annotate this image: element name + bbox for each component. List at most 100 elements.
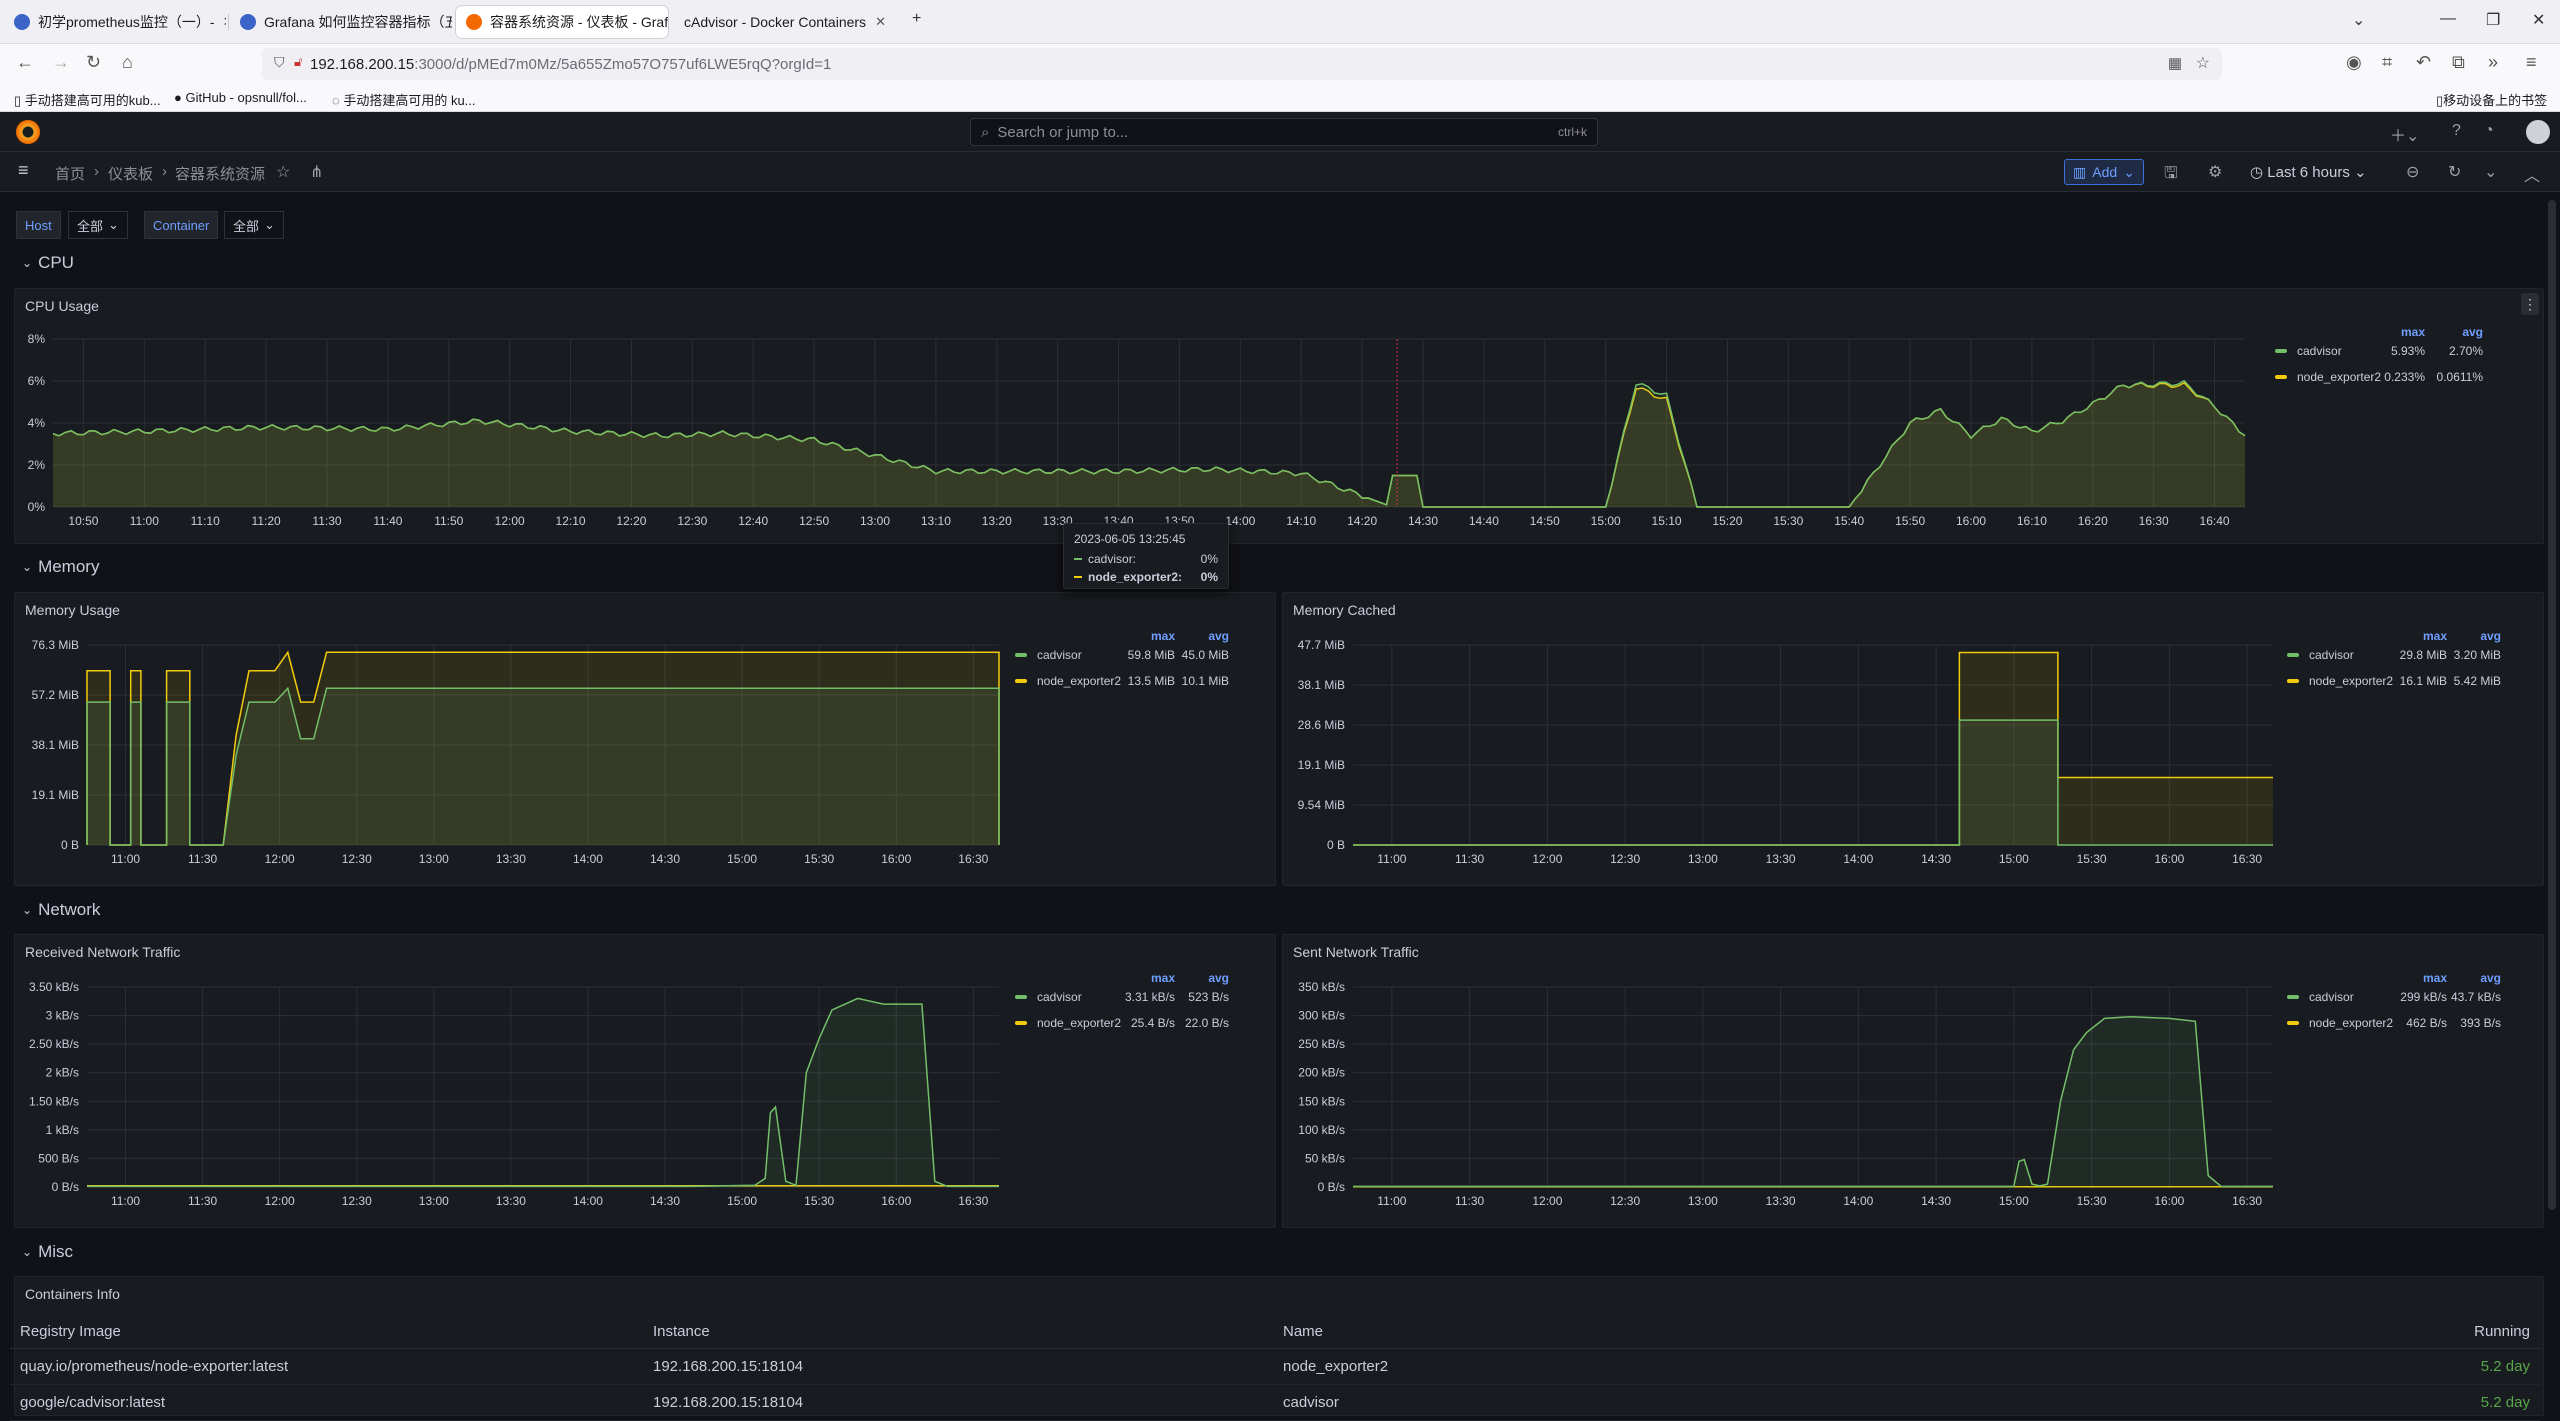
star-icon[interactable]: ☆ <box>276 162 290 182</box>
legend-item-node_exporter2[interactable]: node_exporter20.233%0.0611% <box>2275 367 2487 387</box>
grafana-logo-icon[interactable] <box>16 120 40 144</box>
add-button[interactable]: ▥ Add ⌄ <box>2064 159 2144 185</box>
x-tick-label: 15:30 <box>804 1194 834 1208</box>
plus-icon[interactable]: ＋⌄ <box>2390 122 2419 146</box>
variable-select-container[interactable]: 全部⌄ <box>224 211 284 239</box>
menu-icon[interactable]: ≡ <box>18 160 29 181</box>
panel-sent-network[interactable]: Sent Network Traffic 0 B/s50 kB/s100 kB/… <box>1282 934 2544 1228</box>
legend-item-node_exporter2[interactable]: node_exporter213.5 MiB10.1 MiB <box>1015 671 1233 691</box>
chart-cpu-usage[interactable]: 0%2%4%6%8%10:5011:0011:1011:2011:3011:40… <box>15 289 2545 545</box>
save-icon[interactable]: 🖫︎ <box>2164 162 2178 189</box>
refresh-icon[interactable]: ↻ <box>2448 162 2461 182</box>
x-tick-label: 12:30 <box>677 514 707 528</box>
undo-icon[interactable]: ↶ <box>2416 52 2431 73</box>
extensions-icon[interactable]: ⧉ <box>2452 52 2465 73</box>
legend-item-cadvisor[interactable]: cadvisor29.8 MiB3.20 MiB <box>2287 645 2505 665</box>
panel-cpu-usage[interactable]: CPU Usage ⋮ 0%2%4%6%8%10:5011:0011:1011:… <box>14 288 2544 544</box>
browser-tab-1[interactable]: 初学prometheus监控（一）- ✕ <box>4 6 226 38</box>
breadcrumb-home[interactable]: 首页 <box>55 163 85 184</box>
legend-header-avg[interactable]: avg <box>1169 971 1229 985</box>
page-scrollbar[interactable] <box>2548 200 2556 1210</box>
url-bar[interactable]: ⛉ 🔓︎ 192.168.200.15:3000/d/pMEd7m0Mz/5a6… <box>262 48 2222 80</box>
collapse-icon[interactable]: ︿ <box>2524 162 2540 186</box>
browser-tab-4[interactable]: cAdvisor - Docker Containers ✕ <box>674 6 896 38</box>
row-header-network[interactable]: ⌄Network <box>22 900 100 920</box>
legend-header-max[interactable]: max <box>2387 629 2447 643</box>
bookmark-item[interactable]: ▯ 手动搭建高可用的kub... <box>14 90 161 109</box>
legend-header-avg[interactable]: avg <box>2423 325 2483 339</box>
column-header[interactable]: Name <box>1273 1316 2173 1348</box>
legend-header-max[interactable]: max <box>1115 629 1175 643</box>
forward-icon[interactable]: → <box>52 52 70 73</box>
legend-header-avg[interactable]: avg <box>2441 971 2501 985</box>
x-tick-label: 15:30 <box>804 852 834 866</box>
time-range-picker[interactable]: ◷ Last 6 hours ⌄ <box>2250 163 2367 181</box>
panel-received-network[interactable]: Received Network Traffic 0 B/s500 B/s1 k… <box>14 934 1276 1228</box>
chevron-down-icon[interactable]: ⌄ <box>2484 162 2497 182</box>
column-header[interactable]: Instance <box>643 1316 1273 1348</box>
qr-code-icon[interactable]: ▦ <box>2168 54 2182 72</box>
mobile-bookmarks[interactable]: ▯移动设备上的书签 <box>2436 90 2547 109</box>
x-tick-label: 15:00 <box>727 852 757 866</box>
y-tick-label: 0 B/s <box>1318 1180 1345 1194</box>
legend-item-cadvisor[interactable]: cadvisor5.93%2.70% <box>2275 341 2487 361</box>
row-header-misc[interactable]: ⌄Misc <box>22 1242 73 1262</box>
account-icon[interactable]: ◉ <box>2346 52 2362 73</box>
column-header[interactable]: Registry Image <box>10 1316 643 1348</box>
x-tick-label: 14:20 <box>1347 514 1377 528</box>
legend-header-max[interactable]: max <box>2387 971 2447 985</box>
legend-header-max[interactable]: max <box>2365 325 2425 339</box>
news-rss-icon[interactable]: ◔ <box>2484 122 2494 140</box>
panel-memory-cached[interactable]: Memory Cached 0 B9.54 MiB19.1 MiB28.6 Mi… <box>1282 592 2544 886</box>
row-header-memory[interactable]: ⌄Memory <box>22 557 99 577</box>
search-input[interactable]: ⌕ Search or jump to... ctrl+k <box>970 118 1598 146</box>
variable-select-host[interactable]: 全部⌄ <box>68 211 128 239</box>
bookmark-item[interactable]: ◌ 手动搭建高可用的 ku... <box>332 90 476 109</box>
legend-item-cadvisor[interactable]: cadvisor59.8 MiB45.0 MiB <box>1015 645 1233 665</box>
x-tick-label: 14:00 <box>1225 514 1255 528</box>
dashboard-toolbar: ≡ 首页 › 仪表板 › 容器系统资源 ☆ ⋔ ▥ Add ⌄ 🖫︎ ⚙ ◷ L… <box>0 152 2560 192</box>
legend-item-node_exporter2[interactable]: node_exporter225.4 B/s22.0 B/s <box>1015 1013 1233 1033</box>
legend-header-avg[interactable]: avg <box>1169 629 1229 643</box>
legend-item-cadvisor[interactable]: cadvisor299 kB/s43.7 kB/s <box>2287 987 2505 1007</box>
bookmark-item[interactable]: ● GitHub - opsnull/fol... <box>174 90 307 105</box>
table-cell: quay.io/prometheus/node-exporter:latest <box>10 1348 643 1384</box>
avatar[interactable] <box>2526 120 2550 144</box>
column-header[interactable]: Running <box>2173 1316 2540 1348</box>
legend-header-avg[interactable]: avg <box>2441 629 2501 643</box>
legend-item-cadvisor[interactable]: cadvisor3.31 kB/s523 B/s <box>1015 987 1233 1007</box>
back-icon[interactable]: ← <box>16 52 34 73</box>
x-tick-label: 15:40 <box>1834 514 1864 528</box>
extension-crop-icon[interactable]: ⌗ <box>2382 52 2392 73</box>
tab-list-icon[interactable]: ⌄ <box>2352 10 2365 30</box>
legend-header-max[interactable]: max <box>1115 971 1175 985</box>
panel-memory-usage[interactable]: Memory Usage 0 B19.1 MiB38.1 MiB57.2 MiB… <box>14 592 1276 886</box>
clock-icon: ◷ <box>2250 164 2263 181</box>
x-tick-label: 12:00 <box>265 852 295 866</box>
x-tick-label: 16:00 <box>2154 1194 2184 1208</box>
overflow-icon[interactable]: » <box>2488 52 2498 73</box>
browser-tab-3[interactable]: 容器系统资源 - 仪表板 - Grafa ✕ <box>456 6 668 38</box>
new-tab-icon[interactable]: + <box>912 10 921 28</box>
legend-item-node_exporter2[interactable]: node_exporter2462 B/s393 B/s <box>2287 1013 2505 1033</box>
close-window-icon[interactable]: ✕ <box>2532 10 2545 30</box>
breadcrumb-dashboards[interactable]: 仪表板 <box>108 163 153 184</box>
home-icon[interactable]: ⌂ <box>122 52 133 73</box>
close-icon[interactable]: ✕ <box>223 14 226 30</box>
browser-tab-2[interactable]: Grafana 如何监控容器指标（五 ✕ <box>230 6 452 38</box>
minimize-icon[interactable]: — <box>2440 10 2456 28</box>
maximize-icon[interactable]: ❐ <box>2486 10 2500 30</box>
globe-icon <box>240 14 256 30</box>
zoom-out-icon[interactable]: ⊖ <box>2406 162 2419 182</box>
close-icon[interactable]: ✕ <box>875 14 886 30</box>
settings-gear-icon[interactable]: ⚙ <box>2208 162 2222 182</box>
legend-item-node_exporter2[interactable]: node_exporter216.1 MiB5.42 MiB <box>2287 671 2505 691</box>
reload-icon[interactable]: ↻ <box>86 52 101 73</box>
help-icon[interactable]: ? <box>2452 122 2461 140</box>
share-icon[interactable]: ⋔ <box>310 162 323 182</box>
x-tick-label: 16:00 <box>881 1194 911 1208</box>
row-header-cpu[interactable]: ⌄CPU <box>22 253 74 273</box>
x-tick-label: 12:50 <box>799 514 829 528</box>
menu-icon[interactable]: ≡ <box>2526 52 2537 73</box>
star-bookmark-icon[interactable]: ☆ <box>2196 53 2210 73</box>
